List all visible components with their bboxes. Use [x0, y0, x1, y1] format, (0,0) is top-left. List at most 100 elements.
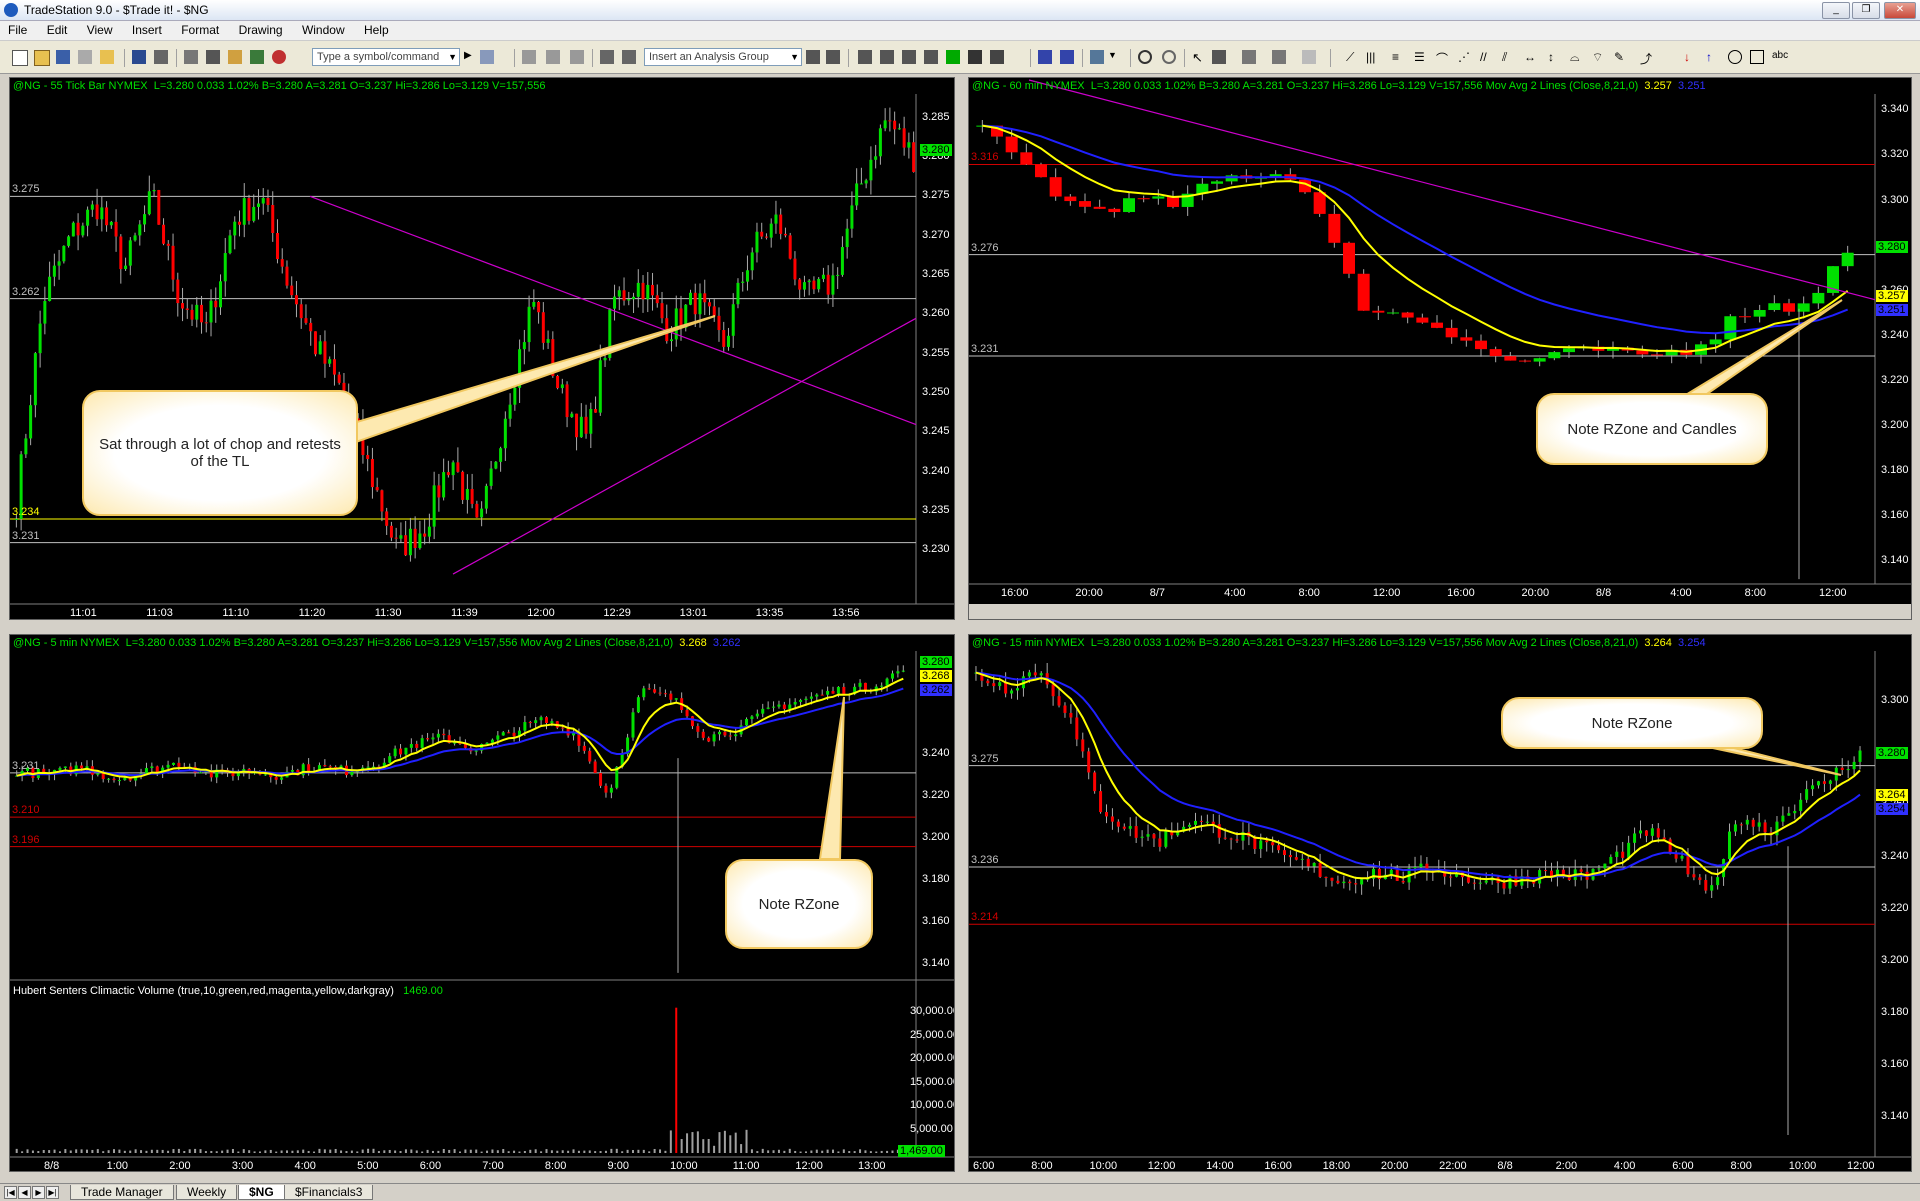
m15-candle-body	[1472, 882, 1476, 884]
menu-file[interactable]: File	[0, 21, 35, 37]
print-icon[interactable]	[154, 50, 168, 64]
close-button[interactable]: ✕	[1884, 2, 1916, 19]
tab-prev-icon[interactable]: ◀	[18, 1186, 31, 1199]
parallel-icon[interactable]: ⫽	[1502, 50, 1516, 64]
tab-trade-manager[interactable]: Trade Manager	[70, 1185, 174, 1200]
analysis-group-select[interactable]: Insert an Analysis Group ▼	[644, 48, 802, 66]
h60-chart-canvas[interactable]	[969, 78, 1912, 620]
trendline-icon[interactable]: ⟋	[1346, 50, 1360, 64]
chart-icon[interactable]	[250, 50, 264, 64]
tab-financials3[interactable]: $Financials3	[284, 1185, 374, 1200]
fan-icon[interactable]: ⋰	[1458, 50, 1472, 64]
window-icon[interactable]	[522, 50, 536, 64]
properties-icon[interactable]	[1272, 50, 1286, 64]
chart-panel-5-min[interactable]: @NG - 5 min NYMEX L=3.280 0.033 1.02% B=…	[9, 634, 955, 1172]
copy-icon[interactable]	[184, 50, 198, 64]
vertical-arrow-icon[interactable]: ↕	[1548, 50, 1562, 64]
restore-button[interactable]: ❐	[1852, 2, 1880, 19]
save-icon[interactable]	[56, 50, 70, 64]
tools-icon[interactable]	[1242, 50, 1256, 64]
menu-window[interactable]: Window	[294, 21, 353, 37]
rectangle-icon[interactable]	[1750, 50, 1764, 64]
pen-icon[interactable]: ✎	[1614, 50, 1628, 64]
disabled-icon[interactable]	[1302, 50, 1316, 64]
link-icon[interactable]	[600, 50, 614, 64]
up-arrow-icon[interactable]: ↑	[1706, 50, 1720, 64]
globe-icon[interactable]	[272, 50, 286, 64]
menu-help[interactable]: Help	[356, 21, 397, 37]
menu-format[interactable]: Format	[173, 21, 227, 37]
tab-first-icon[interactable]: |◀	[4, 1186, 17, 1199]
zoom-in-icon[interactable]	[1138, 50, 1152, 64]
tab-last-icon[interactable]: ▶|	[46, 1186, 59, 1199]
drawing-icon[interactable]	[902, 50, 916, 64]
symbol-command-input[interactable]: Type a symbol/command ▼	[312, 48, 460, 66]
pointer-icon[interactable]: ↖	[1192, 50, 1206, 65]
bar-spacing2-icon[interactable]	[1060, 50, 1074, 64]
horizontal-lines-icon[interactable]: ≡	[1392, 50, 1406, 64]
bar-spacing-icon[interactable]	[1038, 50, 1052, 64]
vertical-lines-icon[interactable]: |||	[1366, 50, 1380, 64]
tab-next-icon[interactable]: ▶	[32, 1186, 45, 1199]
chart-panel-55-tick[interactable]: @NG - 55 Tick Bar NYMEX L=3.280 0.033 1.…	[9, 77, 955, 620]
speed-line-icon[interactable]: ⌔	[1592, 50, 1606, 64]
chevron-down-icon[interactable]: ▼	[790, 49, 799, 66]
select-icon[interactable]	[1212, 50, 1226, 64]
menu-insert[interactable]: Insert	[124, 21, 170, 37]
window2-icon[interactable]	[546, 50, 560, 64]
m5-price-box-last: 3.280	[920, 656, 952, 668]
text-tool-icon[interactable]: abc	[1772, 50, 1794, 64]
channel-icon[interactable]: //	[1480, 50, 1494, 64]
menu-edit[interactable]: Edit	[39, 21, 76, 37]
play-icon[interactable]: ▶	[464, 50, 478, 64]
folder-icon[interactable]	[100, 50, 114, 64]
h60-scrollbar[interactable]	[969, 604, 1911, 619]
volume-indicator-name: Hubert Senters Climactic Volume (true,10…	[13, 985, 394, 997]
print-preview-icon[interactable]	[132, 50, 146, 64]
matrix-icon[interactable]	[946, 50, 960, 64]
tradebar-icon[interactable]	[968, 50, 982, 64]
m15-candle-body	[1413, 867, 1417, 869]
open-folder-icon[interactable]	[34, 50, 50, 66]
indicator-icon[interactable]	[858, 50, 872, 64]
ellipse-icon[interactable]	[1728, 50, 1742, 64]
workspace-icon[interactable]	[78, 50, 92, 64]
chevron-down-icon[interactable]: ▼	[448, 49, 457, 66]
m5-volume-bar	[31, 1150, 34, 1153]
arc-icon[interactable]: ⌒	[1436, 50, 1450, 66]
m15-candle-body	[1140, 836, 1144, 838]
m15-candle-body	[1502, 882, 1506, 889]
find-icon[interactable]	[480, 50, 494, 64]
tab-weekly[interactable]: Weekly	[176, 1185, 238, 1200]
chart-panel-60-min[interactable]: @NG - 60 min NYMEX L=3.280 0.033 1.02% B…	[968, 77, 1912, 620]
tick-candle-body	[228, 235, 232, 254]
freehand-icon[interactable]: ⤴	[1640, 50, 1654, 66]
strategy-icon[interactable]	[880, 50, 894, 64]
horizontal-arrow-icon[interactable]: ↔	[1524, 50, 1538, 64]
menu-drawing[interactable]: Drawing	[231, 21, 291, 37]
analysis-icon[interactable]	[806, 50, 820, 64]
cursor-mode-icon[interactable]	[622, 50, 636, 64]
tick-candle-body	[541, 312, 545, 343]
cycle-icon[interactable]: ⌓	[1570, 50, 1584, 64]
fib-icon[interactable]: ☰	[1414, 50, 1428, 64]
new-icon[interactable]	[12, 50, 28, 66]
minimize-button[interactable]: _	[1822, 2, 1850, 19]
window3-icon[interactable]	[570, 50, 584, 64]
lock-icon[interactable]	[228, 50, 242, 64]
tab-ng[interactable]: $NG	[238, 1185, 285, 1200]
analysis2-icon[interactable]	[826, 50, 840, 64]
radar-icon[interactable]	[924, 50, 938, 64]
scanner-icon[interactable]	[990, 50, 1004, 64]
tick-candle-body	[579, 416, 583, 438]
chart-style-icon[interactable]	[1090, 50, 1104, 64]
tick-chart-canvas[interactable]	[10, 78, 955, 620]
m15-chart-canvas[interactable]	[969, 635, 1912, 1172]
chevron-down-icon[interactable]: ▼	[1108, 50, 1122, 64]
menu-view[interactable]: View	[79, 21, 121, 37]
zoom-out-icon[interactable]	[1162, 50, 1176, 64]
h60-x-tick: 16:00	[1447, 587, 1475, 599]
down-arrow-icon[interactable]: ↓	[1684, 50, 1698, 64]
chart-panel-15-min[interactable]: @NG - 15 min NYMEX L=3.280 0.033 1.02% B…	[968, 634, 1912, 1172]
layout-icon[interactable]	[206, 50, 220, 64]
